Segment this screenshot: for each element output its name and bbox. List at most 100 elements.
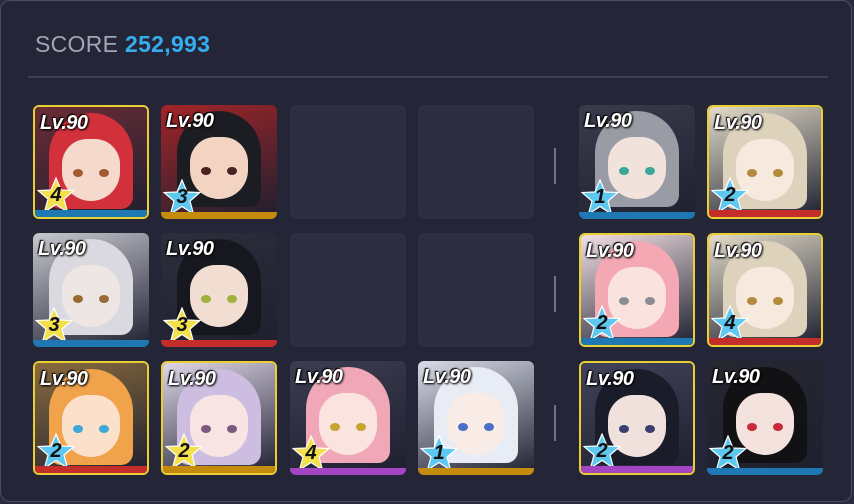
portrait-eye bbox=[747, 423, 757, 431]
portrait-eye bbox=[773, 423, 783, 431]
star-count: 3 bbox=[176, 314, 188, 336]
role-bar bbox=[581, 466, 693, 473]
portrait-eye bbox=[73, 169, 83, 177]
striker-card[interactable]: Lv.90 1 bbox=[418, 361, 534, 475]
star-count: 2 bbox=[724, 184, 736, 206]
portrait-eye bbox=[99, 169, 109, 177]
level-label: Lv.90 bbox=[423, 366, 471, 388]
special-card[interactable]: Lv.90 1 bbox=[579, 105, 695, 219]
star-count: 4 bbox=[305, 442, 317, 464]
level-label: Lv.90 bbox=[714, 240, 762, 262]
portrait-eye bbox=[773, 169, 783, 177]
star-count: 3 bbox=[176, 186, 188, 208]
striker-card[interactable]: Lv.90 2 bbox=[33, 361, 149, 475]
striker-card[interactable]: Lv.90 4 bbox=[290, 361, 406, 475]
star-rank-badge: 4 bbox=[711, 305, 749, 341]
score-label: SCORE bbox=[35, 31, 119, 57]
level-label: Lv.90 bbox=[168, 368, 216, 390]
score-display: SCORE 252,993 bbox=[35, 31, 210, 58]
level-label: Lv.90 bbox=[712, 366, 760, 388]
role-bar bbox=[161, 212, 277, 219]
level-label: Lv.90 bbox=[40, 112, 88, 134]
star-rank-badge: 1 bbox=[581, 179, 619, 215]
star-rank-badge: 3 bbox=[163, 307, 201, 343]
portrait-eye bbox=[73, 295, 83, 303]
star-count: 1 bbox=[433, 442, 445, 464]
star-count: 4 bbox=[50, 184, 62, 206]
portrait-eye bbox=[747, 169, 757, 177]
portrait-eye bbox=[747, 297, 757, 305]
portrait-eye bbox=[458, 423, 468, 431]
portrait-eye bbox=[645, 167, 655, 175]
portrait-eye bbox=[73, 425, 83, 433]
separator-row-2 bbox=[554, 276, 556, 312]
star-count: 2 bbox=[596, 440, 608, 462]
striker-card[interactable]: Lv.90 4 bbox=[33, 105, 149, 219]
separator-row-3 bbox=[554, 405, 556, 441]
star-count: 2 bbox=[178, 440, 190, 462]
star-count: 1 bbox=[594, 186, 606, 208]
empty-slot[interactable] bbox=[290, 233, 406, 347]
special-card[interactable]: Lv.90 2 bbox=[707, 361, 823, 475]
portrait-eye bbox=[773, 297, 783, 305]
striker-card[interactable]: Lv.90 3 bbox=[161, 105, 277, 219]
empty-slot[interactable] bbox=[290, 105, 406, 219]
role-bar bbox=[35, 466, 147, 473]
star-rank-badge: 2 bbox=[711, 177, 749, 213]
role-bar bbox=[709, 210, 821, 217]
star-rank-badge: 2 bbox=[583, 433, 621, 469]
level-label: Lv.90 bbox=[166, 110, 214, 132]
portrait-eye bbox=[201, 425, 211, 433]
header-divider bbox=[28, 76, 828, 78]
star-count: 2 bbox=[596, 312, 608, 334]
special-card[interactable]: Lv.90 4 bbox=[707, 233, 823, 347]
level-label: Lv.90 bbox=[166, 238, 214, 260]
portrait-eye bbox=[99, 295, 109, 303]
star-rank-badge: 1 bbox=[420, 435, 458, 471]
role-bar bbox=[579, 212, 695, 219]
striker-card[interactable]: Lv.90 3 bbox=[161, 233, 277, 347]
portrait-eye bbox=[484, 423, 494, 431]
star-rank-badge: 4 bbox=[292, 435, 330, 471]
star-rank-badge: 2 bbox=[165, 433, 203, 469]
star-rank-badge: 4 bbox=[37, 177, 75, 213]
role-bar bbox=[163, 466, 275, 473]
portrait-eye bbox=[227, 425, 237, 433]
star-rank-badge: 2 bbox=[37, 433, 75, 469]
role-bar bbox=[35, 210, 147, 217]
star-count: 2 bbox=[50, 440, 62, 462]
portrait-eye bbox=[619, 167, 629, 175]
star-rank-badge: 3 bbox=[35, 307, 73, 343]
striker-card[interactable]: Lv.90 2 bbox=[161, 361, 277, 475]
portrait-eye bbox=[227, 167, 237, 175]
role-bar bbox=[161, 340, 277, 347]
special-card[interactable]: Lv.90 2 bbox=[707, 105, 823, 219]
star-rank-badge: 3 bbox=[163, 179, 201, 215]
portrait-eye bbox=[330, 423, 340, 431]
portrait-eye bbox=[645, 297, 655, 305]
role-bar bbox=[707, 468, 823, 475]
star-rank-badge: 2 bbox=[709, 435, 747, 471]
star-count: 2 bbox=[722, 442, 734, 464]
role-bar bbox=[290, 468, 406, 475]
portrait-eye bbox=[619, 425, 629, 433]
portrait-eye bbox=[645, 425, 655, 433]
special-card[interactable]: Lv.90 2 bbox=[579, 361, 695, 475]
star-count: 3 bbox=[48, 314, 60, 336]
portrait-eye bbox=[619, 297, 629, 305]
level-label: Lv.90 bbox=[586, 368, 634, 390]
score-value: 252,993 bbox=[125, 31, 211, 57]
separator-row-1 bbox=[554, 148, 556, 184]
level-label: Lv.90 bbox=[38, 238, 86, 260]
special-card[interactable]: Lv.90 2 bbox=[579, 233, 695, 347]
portrait-eye bbox=[201, 295, 211, 303]
scoreboard-panel: SCORE 252,993 Lv.90 4 Lv.90 3 Lv.90 3 Lv.90 3 Lv… bbox=[0, 0, 852, 502]
role-bar bbox=[33, 340, 149, 347]
empty-slot[interactable] bbox=[418, 105, 534, 219]
empty-slot[interactable] bbox=[418, 233, 534, 347]
role-bar bbox=[709, 338, 821, 345]
portrait-eye bbox=[227, 295, 237, 303]
portrait-eye bbox=[201, 167, 211, 175]
striker-card[interactable]: Lv.90 3 bbox=[33, 233, 149, 347]
portrait-eye bbox=[99, 425, 109, 433]
